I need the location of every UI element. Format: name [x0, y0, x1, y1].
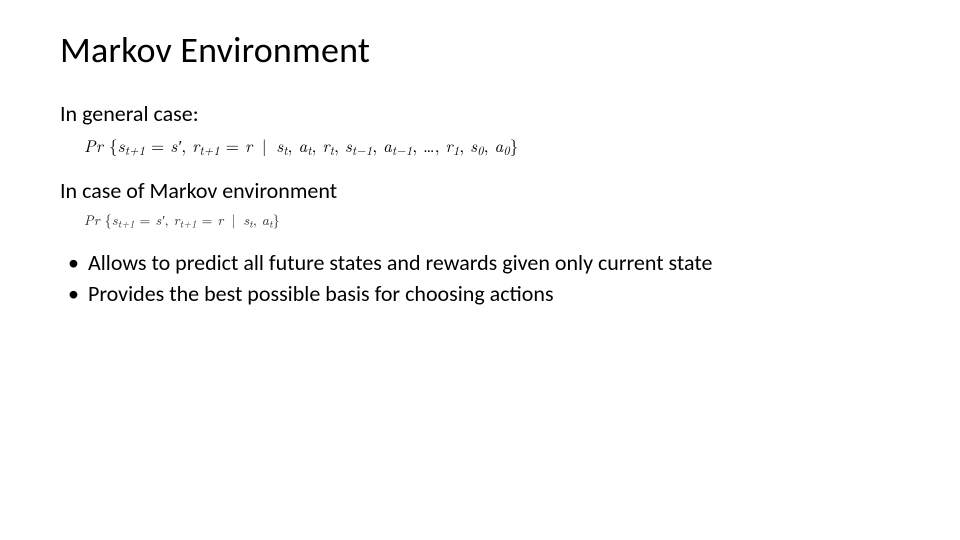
intro-general-case: In general case: [60, 100, 900, 127]
bullet-list: Allows to predict all future states and … [60, 249, 900, 308]
slide-title: Markov Environment [60, 28, 900, 72]
slide: Markov Environment In general case: Pr {… [0, 0, 960, 540]
bullet-item: Provides the best possible basis for cho… [60, 280, 900, 308]
bullet-item: Allows to predict all future states and … [60, 249, 900, 277]
formula-general: Pr {st+1 = s′, rt+1 = r | st, at, rt, st… [84, 133, 900, 159]
intro-markov-case: In case of Markov environment [60, 177, 900, 204]
formula-markov: Pr {st+1 = s′, rt+1 = r | st, at} [84, 210, 900, 231]
